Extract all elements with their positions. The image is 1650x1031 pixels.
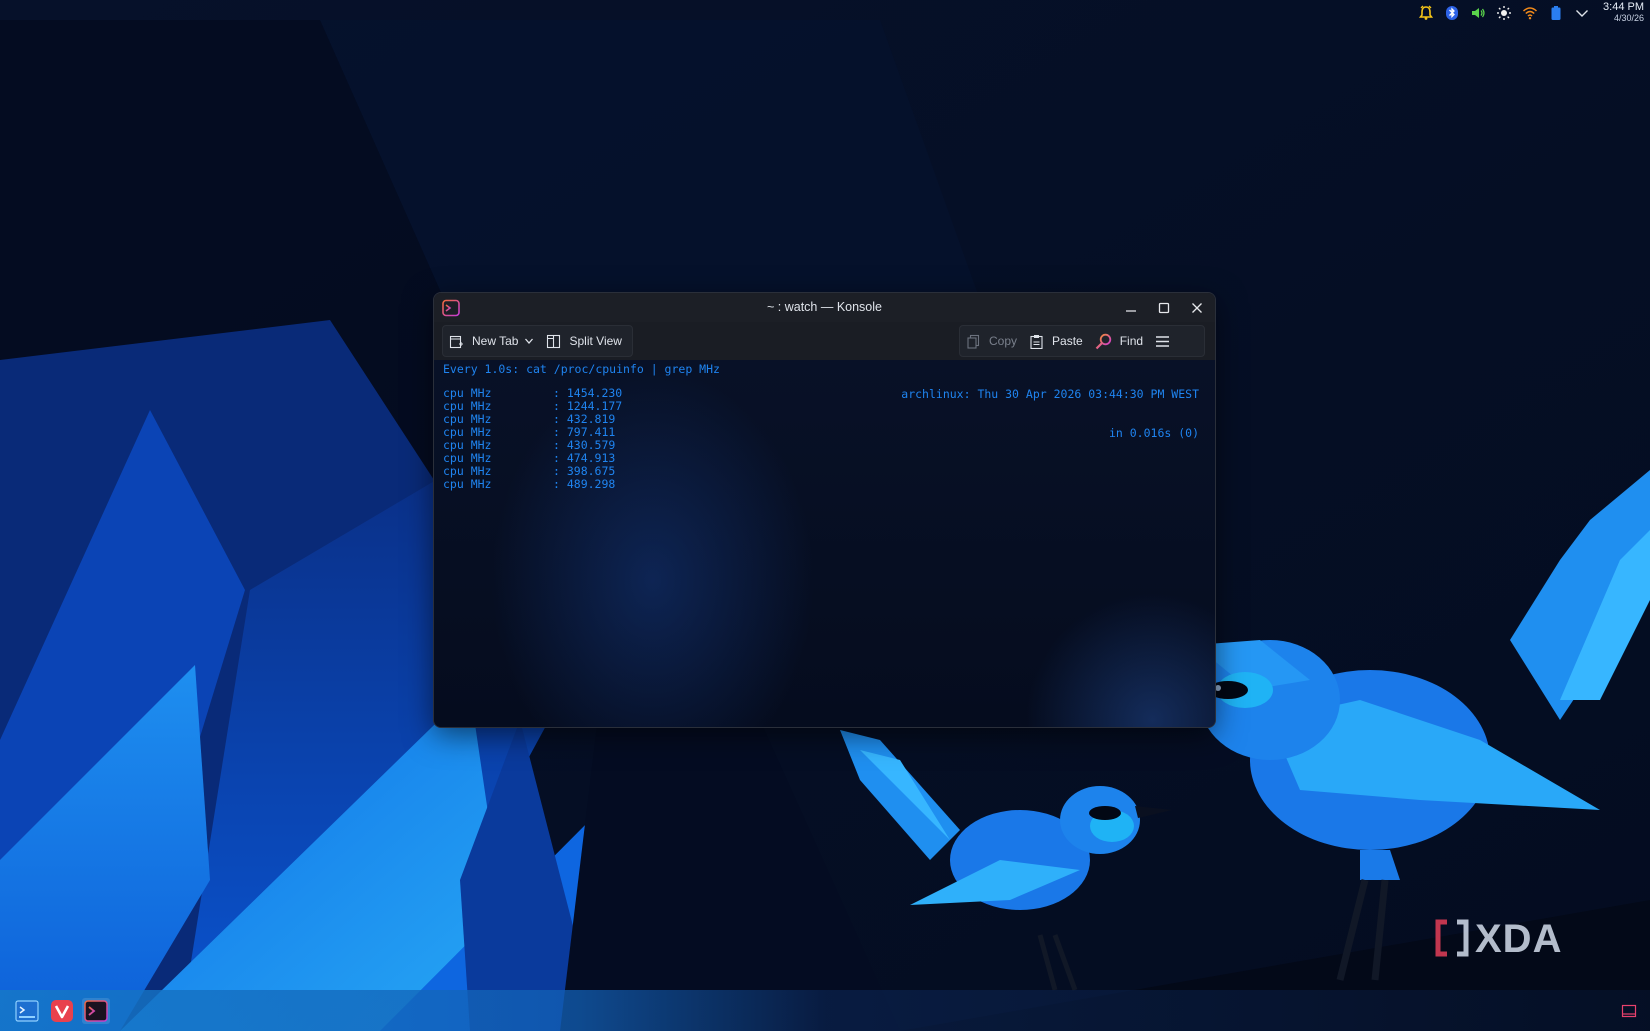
new-tab-icon <box>449 335 463 348</box>
terminal-output: cpu MHz: 1454.230 cpu MHz: 1244.177 cpu … <box>443 387 622 491</box>
line-value: : 797.411 <box>553 425 616 439</box>
toolbar: New Tab Split View Copy Paste Find <box>434 322 1215 360</box>
line-value: : 474.913 <box>553 451 616 465</box>
line-value: : 398.675 <box>553 464 616 478</box>
vivaldi-browser-icon <box>51 1000 73 1022</box>
show-desktop-button[interactable] <box>1620 1002 1638 1020</box>
system-tray: 3:44 PM 4/30/26 <box>1417 0 1650 26</box>
new-tab-label: New Tab <box>472 334 519 348</box>
clock-time: 3:44 PM <box>1603 1 1644 13</box>
search-icon <box>1095 333 1111 349</box>
volume-icon[interactable] <box>1469 4 1487 22</box>
toolbar-left-group: New Tab Split View <box>442 325 633 357</box>
bluetooth-icon[interactable] <box>1443 4 1461 22</box>
dolphin-file-manager-icon <box>15 1000 39 1022</box>
close-button[interactable] <box>1187 298 1207 318</box>
split-view-icon <box>547 334 561 348</box>
expand-tray-icon[interactable] <box>1573 4 1591 22</box>
brightness-icon[interactable] <box>1495 4 1513 22</box>
show-desktop-icon <box>1621 1004 1637 1018</box>
terminal-line: cpu MHz : 489.298 <box>443 478 622 491</box>
window-title: ~ : watch — Konsole <box>767 300 882 314</box>
wifi-icon[interactable] <box>1521 4 1539 22</box>
xda-watermark: XDA <box>1435 917 1562 962</box>
xda-logo-icon <box>1435 919 1469 956</box>
paste-icon <box>1030 334 1043 349</box>
paste-label: Paste <box>1052 334 1083 348</box>
hamburger-menu-button[interactable] <box>1149 326 1184 356</box>
desktop: 3:44 PM 4/30/26 ~ : watch — Konsole New … <box>0 0 1650 1031</box>
line-value: : 489.298 <box>553 477 616 491</box>
clock-date: 4/30/26 <box>1613 13 1644 23</box>
xda-watermark-text: XDA <box>1475 917 1563 961</box>
watch-duration: in 0.016s (0) <box>1108 426 1199 440</box>
title-bar[interactable]: ~ : watch — Konsole <box>434 293 1215 322</box>
find-label: Find <box>1119 334 1144 348</box>
chevron-down-icon[interactable] <box>524 336 534 346</box>
maximize-button[interactable] <box>1154 298 1174 318</box>
taskbar-konsole[interactable] <box>82 998 110 1024</box>
line-label: cpu MHz <box>443 477 492 491</box>
watch-status: archlinux: Thu 30 Apr 2026 03:44:30 PM W… <box>901 362 1199 466</box>
notification-bell-icon[interactable] <box>1417 4 1435 22</box>
copy-icon <box>967 334 980 349</box>
close-icon <box>1192 303 1202 313</box>
watch-timestamp: archlinux: Thu 30 Apr 2026 03:44:30 PM W… <box>901 387 1199 401</box>
minimize-button[interactable] <box>1121 298 1141 318</box>
line-value: : 1454.230 <box>553 386 623 400</box>
copy-label: Copy <box>989 334 1018 348</box>
konsole-window[interactable]: ~ : watch — Konsole New Tab Split View C… <box>434 293 1215 727</box>
konsole-icon <box>84 1000 108 1022</box>
toolbar-right-group: Copy Paste Find <box>959 325 1205 357</box>
terminal-area[interactable]: Every 1.0s: cat /proc/cpuinfo | grep MHz… <box>434 360 1215 727</box>
clock[interactable]: 3:44 PM 4/30/26 <box>1603 2 1644 24</box>
paste-button[interactable]: Paste <box>1023 326 1089 356</box>
maximize-icon <box>1158 302 1170 314</box>
minimize-icon <box>1126 310 1136 312</box>
line-value: : 430.579 <box>553 438 616 452</box>
line-value: : 432.819 <box>553 412 616 426</box>
split-view-label: Split View <box>569 334 622 348</box>
watch-command: Every 1.0s: cat /proc/cpuinfo | grep MHz <box>443 362 720 376</box>
taskbar-file-manager[interactable] <box>13 998 41 1024</box>
taskbar <box>0 990 1650 1031</box>
new-tab-button[interactable]: New Tab <box>443 326 540 356</box>
battery-icon[interactable] <box>1547 4 1565 22</box>
line-value: : 1244.177 <box>553 399 623 413</box>
taskbar-vivaldi[interactable] <box>48 998 76 1024</box>
hamburger-menu-icon <box>1156 335 1170 347</box>
find-button[interactable]: Find <box>1089 326 1149 356</box>
split-view-button[interactable]: Split View <box>540 326 627 356</box>
copy-button[interactable]: Copy <box>960 326 1023 356</box>
